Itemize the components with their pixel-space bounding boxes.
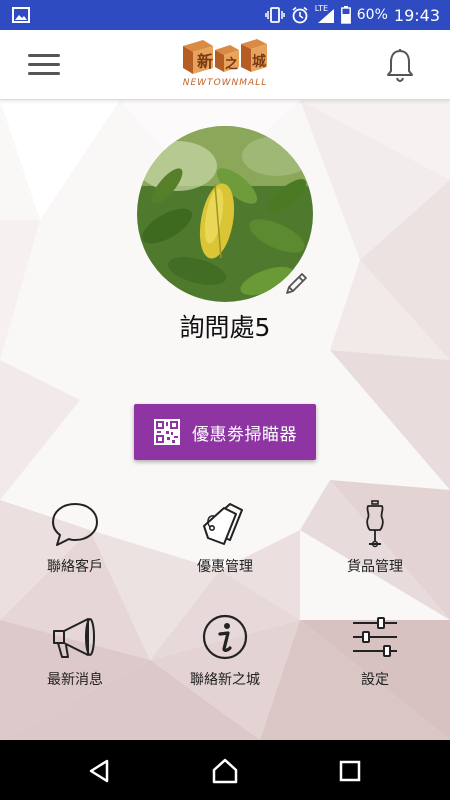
profile-username: 詢問處5: [179, 313, 271, 342]
system-nav-bar: [0, 740, 450, 800]
vibrate-icon: [265, 7, 285, 23]
settings-label: 設定: [361, 672, 389, 688]
newtownmall-logo: 新 之 城 NEWTOWNMALL: [175, 36, 275, 92]
logo-cubes: 新 之 城: [183, 39, 267, 74]
contact-customers-button[interactable]: 聯絡客戶: [15, 500, 135, 590]
latest-news-label: 最新消息: [47, 672, 103, 688]
info-icon: [202, 614, 248, 660]
battery-percent: 60%: [356, 7, 388, 23]
contact-customers-label: 聯絡客戶: [47, 559, 103, 575]
logo-tagline: NEWTOWNMALL: [182, 78, 268, 88]
alarm-icon: [292, 6, 308, 24]
svg-text:新: 新: [197, 52, 213, 71]
coupon-management-button[interactable]: 優惠管理: [165, 500, 285, 590]
latest-news-button[interactable]: 最新消息: [15, 613, 135, 703]
coupon-scanner-label: 優惠劵掃瞄器: [192, 424, 297, 445]
clock: 19:43: [393, 5, 440, 25]
hamburger-line: [28, 54, 60, 57]
back-icon[interactable]: [85, 756, 115, 786]
hamburger-line: [28, 63, 60, 66]
goods-management-label: 貨品管理: [347, 559, 403, 575]
sliders-icon: [353, 617, 397, 657]
home-icon[interactable]: [210, 756, 240, 786]
battery-icon: [340, 6, 351, 24]
svg-text:之: 之: [225, 56, 238, 72]
svg-text:城: 城: [252, 53, 266, 70]
chat-bubble-icon: [52, 503, 98, 546]
goods-management-button[interactable]: 貨品管理: [315, 500, 435, 590]
signal-icon: [317, 9, 334, 23]
status-bar: LTE 60% 19:43: [0, 0, 450, 30]
dress-form-icon: [366, 500, 384, 548]
hamburger-line: [28, 72, 60, 75]
edit-pencil-icon[interactable]: [280, 268, 312, 300]
contact-newtown-button[interactable]: 聯絡新之城: [165, 613, 285, 703]
settings-button[interactable]: 設定: [315, 613, 435, 703]
price-tag-icon: [203, 503, 243, 545]
coupon-management-label: 優惠管理: [197, 559, 253, 575]
notification-bell-icon[interactable]: [384, 47, 416, 83]
coupon-scanner-button[interactable]: 優惠劵掃瞄器: [134, 404, 316, 460]
gallery-icon: [12, 7, 30, 23]
recent-apps-icon[interactable]: [335, 756, 365, 786]
qr-code-icon: [154, 419, 180, 445]
megaphone-icon: [53, 618, 95, 658]
app-bar: 新 之 城 NEWTOWNMALL: [0, 30, 450, 100]
contact-newtown-label: 聯絡新之城: [190, 672, 260, 688]
menu-button[interactable]: [28, 51, 60, 79]
